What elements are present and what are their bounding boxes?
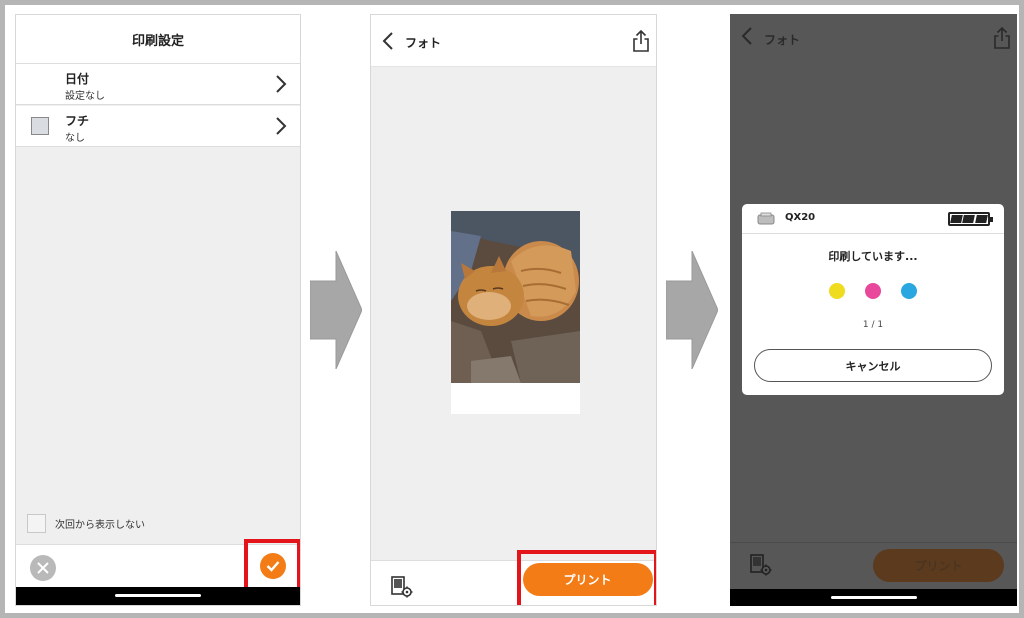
battery-icon <box>948 212 993 226</box>
device-name: QX20 <box>785 212 816 223</box>
dont-show-again-checkbox[interactable] <box>27 513 46 533</box>
ink-progress-dots <box>742 283 1004 299</box>
nav-title: フォト <box>764 33 801 47</box>
next-step-arrow-icon <box>666 251 718 369</box>
photo-preview-screen: フォト プリント <box>370 14 657 606</box>
yellow-dot <box>829 283 845 299</box>
checkmark-icon <box>266 560 279 572</box>
nav-bar: フォト <box>371 15 656 67</box>
printing-dialog: QX20 印刷しています... 1 / 1 キャンセル <box>742 204 1004 395</box>
print-button[interactable]: プリント <box>522 563 653 596</box>
back-chevron-icon[interactable] <box>381 31 395 51</box>
print-preview-card <box>451 211 580 414</box>
print-button-disabled: プリント <box>873 549 1004 582</box>
highlight-box <box>244 539 300 592</box>
cat-photo[interactable] <box>451 211 580 383</box>
home-indicator <box>730 589 1017 606</box>
chevron-right-icon <box>276 117 287 135</box>
settings-row-value: 設定なし <box>65 91 105 102</box>
share-icon[interactable] <box>632 29 650 53</box>
settings-row-title: 日付 <box>65 72 90 86</box>
printing-screen: フォト QX20 印刷しています... 1 / 1 キャンセル プリント <box>730 14 1017 606</box>
highlight-box: プリント <box>517 550 656 605</box>
share-icon <box>994 26 1010 49</box>
cancel-button[interactable] <box>30 555 56 581</box>
bottom-bar <box>16 539 300 592</box>
cyan-dot <box>901 283 917 299</box>
back-chevron-icon <box>741 27 752 45</box>
dialog-header: QX20 <box>742 204 1004 234</box>
border-color-swatch <box>31 117 49 135</box>
dont-show-again-label: 次回から表示しない <box>55 519 145 531</box>
magenta-dot <box>865 283 881 299</box>
print-count: 1 / 1 <box>862 320 884 330</box>
print-settings-screen: 印刷設定 日付 設定なし フチ なし 次回から表示しない <box>15 14 301 606</box>
printer-icon <box>757 212 775 225</box>
page-title: 印刷設定 <box>16 15 300 64</box>
dont-show-again-option[interactable]: 次回から表示しない <box>27 513 145 533</box>
confirm-button[interactable] <box>259 552 286 579</box>
next-step-arrow-icon <box>310 251 362 369</box>
print-settings-icon <box>750 554 772 576</box>
print-settings-icon[interactable] <box>390 575 414 599</box>
bottom-bar: プリント <box>371 550 656 605</box>
nav-title: フォト <box>405 36 442 50</box>
settings-row-value: なし <box>65 133 85 144</box>
settings-row-date[interactable]: 日付 設定なし <box>16 64 300 105</box>
settings-row-border[interactable]: フチ なし <box>16 106 300 147</box>
chevron-right-icon <box>276 75 287 93</box>
bottom-bar: プリント <box>730 542 1017 588</box>
cancel-print-button[interactable]: キャンセル <box>754 349 992 382</box>
nav-bar: フォト <box>730 14 1017 66</box>
close-icon <box>37 562 49 574</box>
settings-row-title: フチ <box>65 114 90 128</box>
printing-status: 印刷しています... <box>828 250 918 263</box>
home-indicator <box>16 587 300 605</box>
